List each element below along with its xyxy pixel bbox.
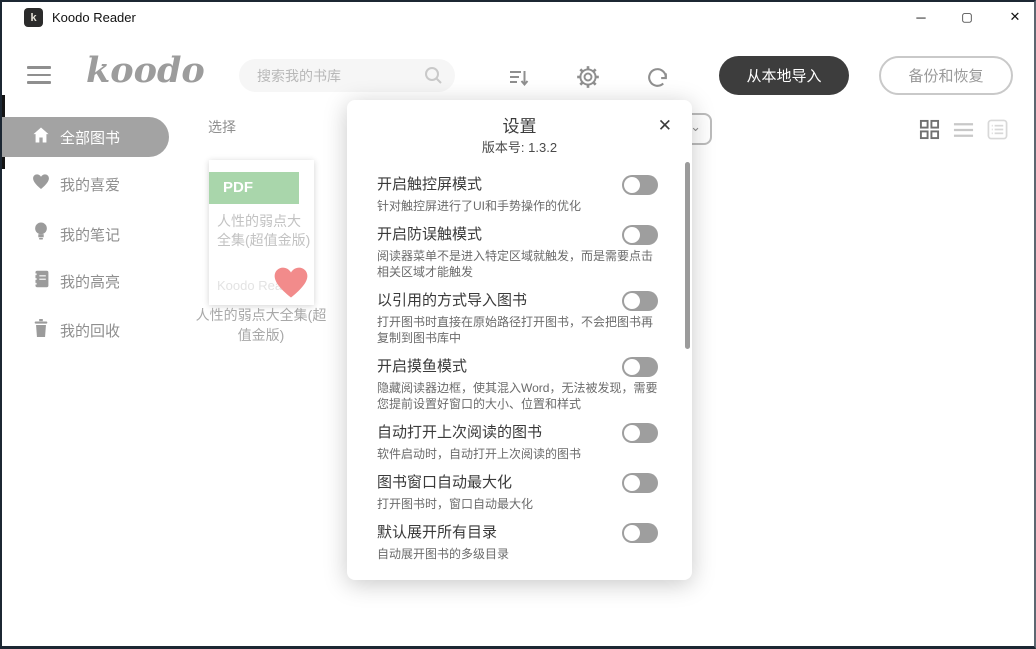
setting-row-mistouch-prevention: 开启防误触模式 阅读器菜单不是进入特定区域就触发，而是需要点击相关区域才能触发 [377,224,662,280]
toggle-import-by-reference[interactable] [622,291,658,311]
close-window-button[interactable]: ✕ [998,2,1032,32]
toggle-auto-maximize[interactable] [622,473,658,493]
setting-title: 开启触控屏模式 [377,174,612,196]
view-list-icon[interactable] [953,122,974,143]
app-logo: koodo [86,50,205,91]
sidebar-item-notes[interactable]: 我的笔记 [2,221,120,247]
toggle-mistouch-prevention[interactable] [622,225,658,245]
home-icon [30,125,52,150]
settings-version: 版本号: 1.3.2 [347,137,692,156]
select-mode-label[interactable]: 选择 [208,117,236,137]
setting-title: 默认展开所有目录 [377,522,612,544]
setting-row-import-by-reference: 以引用的方式导入图书 打开图书时直接在原始路径打开图书，不会把图书再复制到图书库… [377,290,662,346]
settings-title: 设置 [347,112,692,137]
view-grid-icon[interactable] [919,119,940,145]
setting-desc: 隐藏阅读器边框，使其混入Word，无法被发现，需要您提前设置好窗口的大小、位置和… [377,380,662,412]
toggle-touch-mode[interactable] [622,175,658,195]
notebook-icon [30,269,52,294]
sync-icon[interactable] [645,65,670,95]
setting-desc: 软件启动时，自动打开上次阅读的图书 [377,446,662,462]
app-window: k Koodo Reader ─ ▢ ✕ koodo [0,0,1036,649]
settings-dialog: 设置 版本号: 1.3.2 ✕ 开启触控屏模式 针对触控屏进行了UI和手势操作的… [347,100,692,580]
close-settings-icon[interactable]: ✕ [658,116,672,136]
setting-desc: 打开图书时，窗口自动最大化 [377,496,662,512]
setting-row-expand-toc: 默认展开所有目录 自动展开图书的多级目录 [377,522,662,562]
setting-desc: 打开图书时直接在原始路径打开图书，不会把图书再复制到图书库中 [377,314,662,346]
sidebar-item-label: 我的喜爱 [60,174,120,195]
settings-gear-icon[interactable] [575,64,601,95]
setting-title: 以引用的方式导入图书 [377,290,612,312]
sidebar-item-highlights[interactable]: 我的高亮 [2,269,120,294]
setting-title: 开启摸鱼模式 [377,356,612,378]
sidebar-item-label: 全部图书 [60,127,120,148]
format-badge: PDF [209,172,299,204]
sidebar-item-all-books[interactable]: 全部图书 [2,117,169,157]
window-title: Koodo Reader [52,10,136,25]
trash-icon [30,318,52,343]
view-detail-icon[interactable] [987,119,1008,145]
setting-row-touch-mode: 开启触控屏模式 针对触控屏进行了UI和手势操作的优化 [377,174,662,214]
settings-list: 开启触控屏模式 针对触控屏进行了UI和手势操作的优化 开启防误触模式 阅读器菜单… [377,174,662,572]
setting-desc: 阅读器菜单不是进入特定区域就触发，而是需要点击相关区域才能触发 [377,248,662,280]
menu-icon[interactable] [27,66,51,89]
sidebar-item-label: 我的笔记 [60,224,120,245]
settings-scrollbar[interactable] [685,162,690,349]
setting-desc: 自动展开图书的多级目录 [377,546,662,562]
setting-row-open-last-book: 自动打开上次阅读的图书 软件启动时，自动打开上次阅读的图书 [377,422,662,462]
book-cover-title: 人性的弱点大全集(超值金版) [217,212,311,250]
toggle-expand-toc[interactable] [622,523,658,543]
setting-row-auto-maximize: 图书窗口自动最大化 打开图书时，窗口自动最大化 [377,472,662,512]
search-input[interactable] [257,59,417,92]
maximize-button[interactable]: ▢ [950,2,984,32]
app-icon: k [24,8,43,27]
setting-title: 图书窗口自动最大化 [377,472,612,494]
setting-desc: 针对触控屏进行了UI和手势操作的优化 [377,198,662,214]
sort-icon[interactable] [507,66,531,95]
setting-title: 自动打开上次阅读的图书 [377,422,612,444]
setting-title: 开启防误触模式 [377,224,612,246]
search-icon[interactable] [424,66,443,90]
sidebar-item-label: 我的回收 [60,320,120,341]
setting-row-stealth-mode: 开启摸鱼模式 隐藏阅读器边框，使其混入Word，无法被发现，需要您提前设置好窗口… [377,356,662,412]
book-cover-card[interactable]: PDF 人性的弱点大全集(超值金版) Koodo Reader [209,160,314,305]
sidebar-item-favorites[interactable]: 我的喜爱 [2,172,120,196]
minimize-button[interactable]: ─ [904,2,938,32]
import-local-button[interactable]: 从本地导入 [719,56,849,95]
heart-icon [30,172,52,196]
titlebar: k Koodo Reader ─ ▢ ✕ [2,2,1034,34]
backup-restore-button[interactable]: 备份和恢复 [879,56,1013,95]
lightbulb-icon [30,221,52,247]
toggle-stealth-mode[interactable] [622,357,658,377]
toggle-open-last-book[interactable] [622,423,658,443]
favorite-heart-icon[interactable] [271,264,311,305]
book-title-caption[interactable]: 人性的弱点大全集(超值金版) [194,305,328,345]
search-box[interactable] [239,59,455,92]
sidebar-item-label: 我的高亮 [60,271,120,292]
sidebar-item-trash[interactable]: 我的回收 [2,318,120,343]
